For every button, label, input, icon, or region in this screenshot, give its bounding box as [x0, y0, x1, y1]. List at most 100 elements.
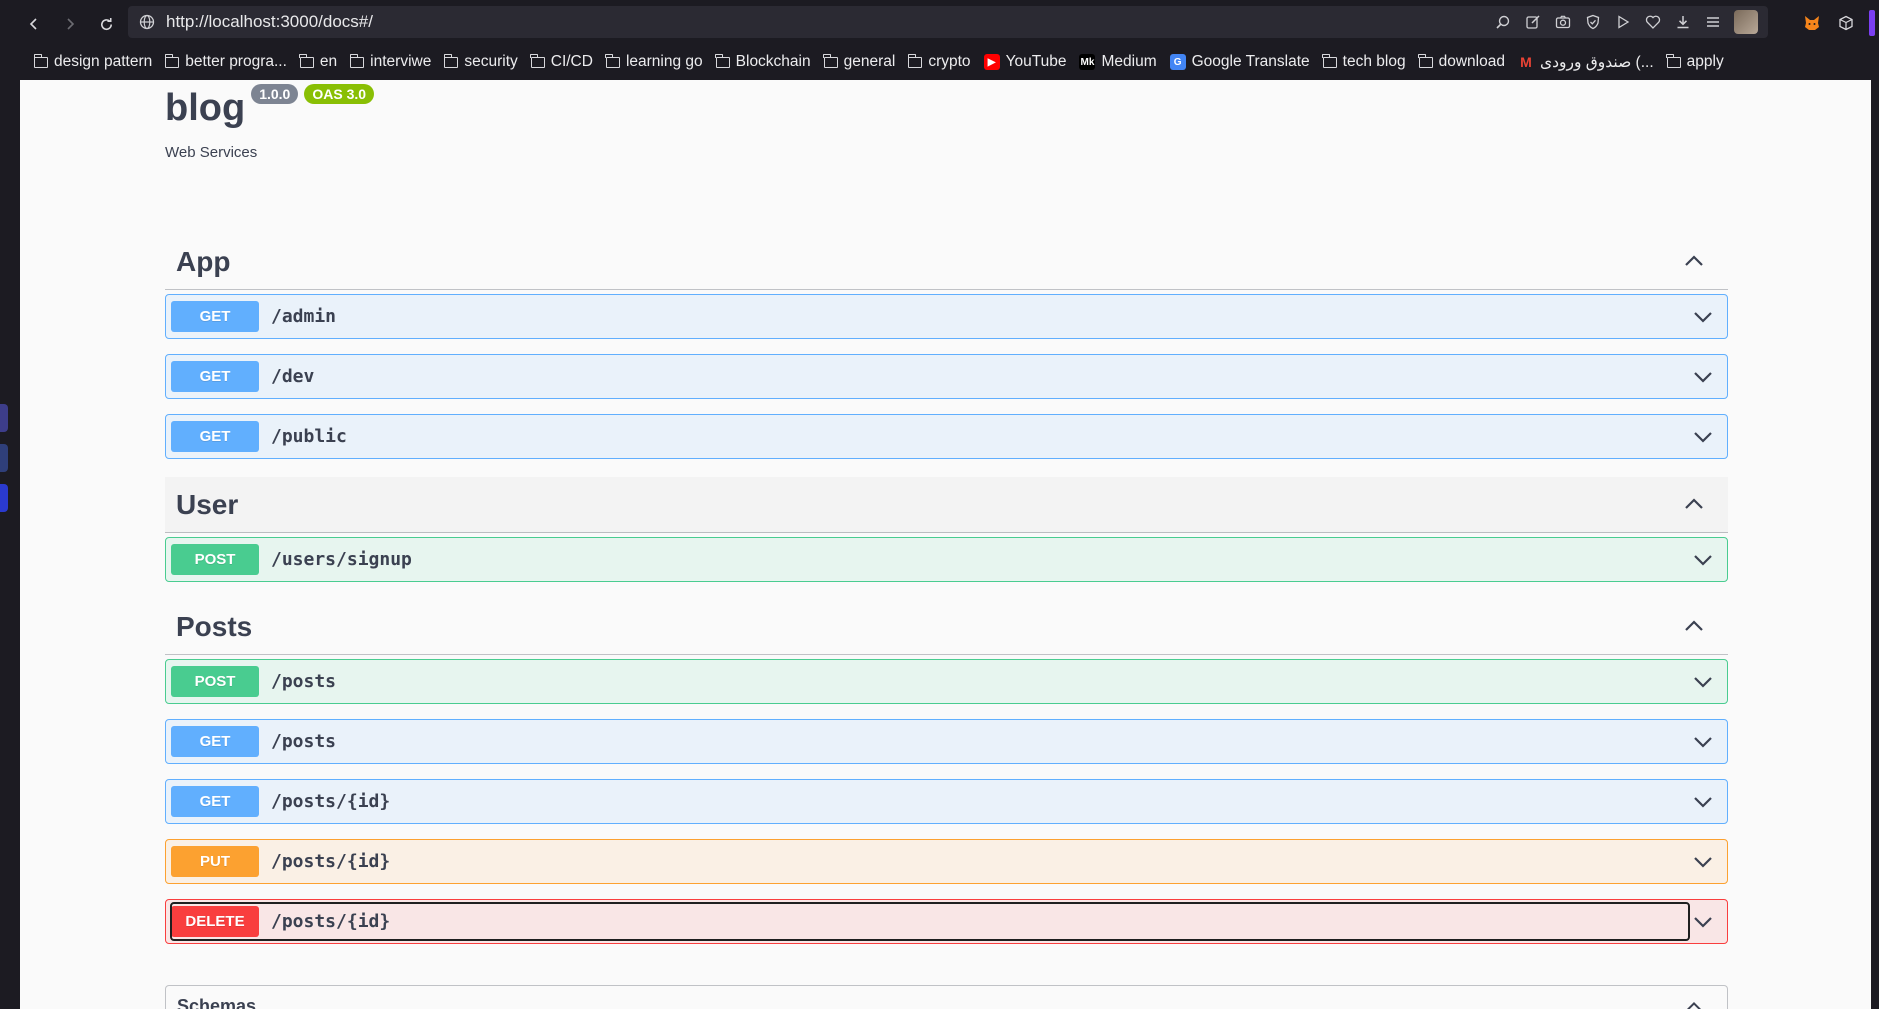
chevron-down-icon[interactable] [1693, 854, 1713, 870]
download-icon[interactable] [1674, 13, 1692, 31]
operation-post-users-signup[interactable]: POST/users/signup [165, 537, 1728, 582]
chevron-down-icon[interactable] [1693, 734, 1713, 750]
operation-summary[interactable]: GET/public [171, 418, 1689, 455]
operation-get-posts-id[interactable]: GET/posts/{id} [165, 779, 1728, 824]
folder-icon [907, 53, 923, 68]
shield-icon[interactable] [1584, 13, 1602, 31]
operation-path: /dev [271, 366, 315, 387]
folder-icon [823, 53, 838, 68]
folder-icon [1666, 53, 1681, 68]
operation-summary[interactable]: POST/posts [171, 663, 1689, 700]
play-icon[interactable] [1614, 13, 1632, 31]
operation-summary[interactable]: DELETE/posts/{id} [170, 902, 1690, 941]
youtube-icon: ▶ [983, 54, 1000, 70]
bookmark-design-pattern[interactable]: design pattern [33, 53, 152, 71]
extension-strip[interactable] [1869, 10, 1875, 36]
chevron-up-icon[interactable] [1684, 618, 1704, 634]
operation-summary[interactable]: GET/posts/{id} [171, 783, 1689, 820]
folder-icon [605, 53, 620, 68]
operation-summary[interactable]: GET/posts [171, 723, 1689, 760]
dock-item[interactable] [0, 444, 8, 472]
operation-summary[interactable]: PUT/posts/{id} [171, 843, 1689, 880]
metamask-fox-icon[interactable] [1801, 12, 1823, 34]
tag-header-posts[interactable]: Posts [165, 599, 1728, 655]
folder-icon [33, 53, 48, 68]
folder-icon [715, 53, 730, 68]
bookmark-label: CI/CD [550, 53, 593, 70]
folder-icon [443, 53, 459, 68]
chevron-down-icon[interactable] [1693, 674, 1713, 690]
chevron-down-icon[interactable] [1693, 794, 1713, 810]
operation-put-posts-id[interactable]: PUT/posts/{id} [165, 839, 1728, 884]
bookmark-label: en [319, 53, 338, 70]
operation-path: /posts [271, 671, 337, 692]
operation-summary[interactable]: GET/admin [171, 298, 1689, 335]
bookmarks-bar: design pattern better progra... en interviw… [20, 44, 1879, 80]
bookmark-[interactable]: M صندوق ورودی (... [1518, 53, 1654, 72]
reload-icon[interactable] [92, 10, 120, 38]
zoom-icon[interactable] [1494, 13, 1512, 31]
chevron-down-icon[interactable] [1693, 552, 1713, 568]
cube-extension-icon[interactable] [1835, 12, 1857, 34]
bookmark-apply[interactable]: apply [1666, 53, 1724, 71]
bookmark-label: better progra... [185, 53, 287, 70]
medium-icon: Mk [1079, 54, 1096, 70]
operation-summary[interactable]: POST/users/signup [171, 541, 1689, 578]
chevron-up-icon[interactable] [1684, 496, 1704, 512]
url-bar[interactable]: http://localhost:3000/docs#/ [128, 6, 1768, 38]
tag-header-user[interactable]: User [165, 477, 1728, 533]
bookmark-blockchain[interactable]: Blockchain [715, 53, 811, 71]
heart-icon[interactable] [1644, 13, 1662, 31]
google-translate-icon: G [1169, 54, 1186, 70]
folder-icon [164, 53, 180, 68]
method-badge: GET [171, 361, 259, 392]
chevron-up-icon[interactable] [1685, 1000, 1703, 1009]
chevron-down-icon[interactable] [1693, 429, 1713, 445]
operation-path: /posts [271, 731, 337, 752]
chevron-down-icon[interactable] [1693, 309, 1713, 325]
bookmark-interviwe[interactable]: interviwe [349, 53, 431, 71]
schemas-section[interactable]: Schemas [165, 985, 1728, 1009]
bookmark-tech-blog[interactable]: tech blog [1322, 53, 1406, 71]
folder-icon [1418, 53, 1433, 68]
operation-summary[interactable]: GET/dev [171, 358, 1689, 395]
forward-icon[interactable] [56, 10, 84, 38]
profile-avatar[interactable] [1734, 10, 1758, 34]
back-icon[interactable] [20, 10, 48, 38]
method-badge: PUT [171, 846, 259, 877]
url-text[interactable]: http://localhost:3000/docs#/ [166, 12, 373, 32]
bookmark-youtube[interactable]: ▶ YouTube [983, 53, 1066, 71]
browser-toolbar: http://localhost:3000/docs#/ [0, 0, 1879, 44]
method-badge: GET [171, 726, 259, 757]
dock-item[interactable] [0, 404, 8, 432]
bookmark-download[interactable]: download [1418, 53, 1505, 71]
operation-get-admin[interactable]: GET/admin [165, 294, 1728, 339]
menu-icon[interactable] [1704, 13, 1722, 31]
camera-icon[interactable] [1554, 13, 1572, 31]
operation-get-public[interactable]: GET/public [165, 414, 1728, 459]
operation-post-posts[interactable]: POST/posts [165, 659, 1728, 704]
bookmark-general[interactable]: general [823, 53, 895, 71]
chevron-down-icon[interactable] [1693, 914, 1713, 930]
bookmark-medium[interactable]: Mk Medium [1079, 53, 1157, 71]
bookmark-ci-cd[interactable]: CI/CD [530, 53, 593, 71]
operation-delete-posts-id[interactable]: DELETE/posts/{id} [165, 899, 1728, 944]
bookmark-better-progra[interactable]: better progra... [164, 53, 287, 71]
operation-get-posts[interactable]: GET/posts [165, 719, 1728, 764]
bookmark-learning-go[interactable]: learning go [605, 53, 703, 71]
section-app: App GET/admin GET/dev GET/public [165, 234, 1728, 459]
bookmark-crypto[interactable]: crypto [907, 53, 971, 71]
operation-get-dev[interactable]: GET/dev [165, 354, 1728, 399]
dock-item[interactable] [0, 484, 8, 512]
operation-path: /admin [271, 306, 337, 327]
bookmark-security[interactable]: security [443, 53, 518, 71]
tag-header-app[interactable]: App [165, 234, 1728, 290]
bookmark-google-translate[interactable]: G Google Translate [1169, 53, 1310, 71]
bookmark-en[interactable]: en [299, 53, 338, 71]
bookmark-label: tech blog [1342, 53, 1406, 70]
page-scrollbar[interactable] [1871, 80, 1879, 1009]
chevron-down-icon[interactable] [1693, 369, 1713, 385]
edit-icon[interactable] [1524, 13, 1542, 31]
chevron-up-icon[interactable] [1684, 253, 1704, 269]
bookmark-label: Medium [1101, 53, 1157, 70]
